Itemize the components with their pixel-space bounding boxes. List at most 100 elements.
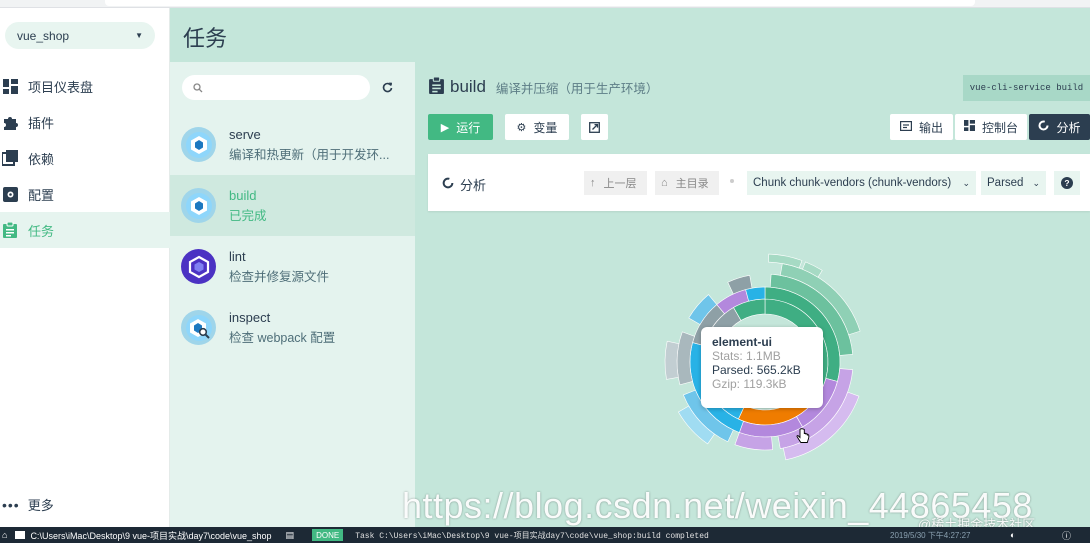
chunk-select-value: Chunk chunk-vendors (chunk-vendors) [753, 177, 952, 189]
task-name: lint [229, 248, 246, 264]
terminal-icon [899, 120, 912, 134]
task-item-inspect[interactable]: inspect 检查 webpack 配置 [170, 297, 415, 358]
status-bar: ⌂ C:\Users\iMac\Desktop\9 vue-项目实战\day7\… [0, 527, 1090, 543]
tooltip-parsed: Parsed: 565.2kB [712, 363, 801, 377]
go-home-label: 主目录 [675, 178, 709, 190]
tab-dashboard[interactable]: 控制台 [955, 114, 1027, 140]
search-icon [193, 82, 203, 92]
module-tooltip: element-ui Stats: 1.1MB Parsed: 565.2kB … [701, 327, 823, 408]
page-header: 任务 [170, 8, 1090, 62]
status-badge: DONE [312, 529, 344, 541]
info-icon[interactable]: ⓘ [1062, 529, 1071, 542]
sidebar-item-label: 依赖 [28, 151, 55, 167]
task-item-build[interactable]: build 已完成 [170, 175, 415, 236]
go-up-label: 上一层 [603, 178, 637, 190]
chunk-select[interactable]: Chunk chunk-vendors (chunk-vendors) ⌄ [747, 171, 976, 195]
hand-cursor-icon [796, 428, 810, 448]
project-name: vue_shop [17, 28, 70, 43]
arrow-up-icon: ↑ [590, 177, 596, 189]
webpack-inspect-icon [181, 310, 216, 345]
play-icon: ▶ [440, 121, 450, 134]
go-home-button[interactable]: ⌂ 主目录 [655, 171, 719, 195]
caret-down-icon: ▼ [135, 31, 143, 40]
tab-dashboard-label: 控制台 [981, 120, 1018, 135]
webpack-icon [181, 127, 216, 162]
project-path-text: C:\Users\iMac\Desktop\9 vue-项目实战\day7\co… [30, 530, 272, 541]
puzzle-icon [2, 114, 18, 130]
sidebar-item-plugins[interactable]: 插件 [0, 104, 170, 140]
task-name: build [229, 187, 257, 203]
help-icon: ? [1061, 177, 1073, 189]
home-icon: ⌂ [661, 177, 668, 189]
dashboard-icon [963, 120, 975, 134]
home-icon: ⌂ [2, 530, 8, 540]
size-type-select[interactable]: Parsed ⌄ [981, 171, 1046, 195]
dark-mode-icon[interactable]: ◐ [1010, 530, 1015, 540]
project-path[interactable]: C:\Users\iMac\Desktop\9 vue-项目实战\day7\co… [15, 529, 272, 542]
chevron-down-icon: ⌄ [1032, 177, 1040, 188]
donut-icon [442, 177, 454, 192]
sidebar-nav: 项目仪表盘 插件 依赖 配置 任务 [0, 68, 170, 248]
run-button[interactable]: ▶ 运行 [428, 114, 493, 140]
sidebar-item-tasks[interactable]: 任务 [0, 212, 170, 248]
tooltip-gzip: Gzip: 119.3kB [712, 377, 787, 391]
sidebar-item-label: 任务 [28, 223, 55, 239]
last-log-message[interactable]: Task C:\Users\iMac\Desktop\9 vue-项目实战day… [355, 530, 709, 541]
sidebar-item-dependencies[interactable]: 依赖 [0, 140, 170, 176]
dashboard-icon [2, 78, 18, 94]
go-up-button[interactable]: ↑ 上一层 [584, 171, 647, 195]
address-bar[interactable] [105, 0, 975, 6]
tab-analyzer-label: 分析 [1056, 120, 1081, 135]
clipboard-icon [429, 76, 444, 97]
log-timestamp: 2019/5/30 下午4:27:27 [890, 530, 971, 540]
variables-label: 变量 [533, 120, 558, 135]
tooltip-title: element-ui [712, 335, 773, 349]
task-desc: 已完成 [229, 208, 267, 223]
open-external-button[interactable] [581, 114, 608, 140]
svg-text:?: ? [1064, 178, 1069, 188]
sidebar-item-dashboard[interactable]: 项目仪表盘 [0, 68, 170, 104]
task-item-lint[interactable]: lint 检查并修复源文件 [170, 236, 415, 297]
refresh-icon[interactable] [382, 80, 393, 96]
external-link-icon [589, 121, 600, 133]
size-type-value: Parsed [987, 177, 1024, 189]
sidebar-item-label: 项目仪表盘 [28, 79, 94, 95]
gear-icon: ⚙ [516, 121, 527, 134]
tooltip-stats: Stats: 1.1MB [712, 349, 781, 363]
sunburst-segment-3-3[interactable] [664, 340, 680, 380]
variables-button[interactable]: ⚙ 变量 [505, 114, 569, 140]
task-name: serve [229, 126, 261, 142]
sidebar-item-label: 配置 [28, 187, 55, 203]
task-command: vue-cli-service build [963, 75, 1090, 101]
more-label: 更多 [27, 498, 54, 513]
more-button[interactable]: ••• 更多 [2, 495, 54, 514]
task-desc: 编译和热更新（用于开发环... [229, 147, 390, 162]
folder-icon [15, 531, 26, 539]
browser-chrome [0, 0, 1090, 8]
help-button[interactable]: ? [1054, 171, 1080, 195]
separator-dot [730, 179, 734, 183]
project-select[interactable]: vue_shop ▼ [5, 22, 155, 49]
task-description: 编译并压缩（用于生产环境） [495, 81, 659, 96]
analyzer-toolbar: 分析 ↑ 上一层 ⌂ 主目录 Chunk chunk-vendors (chun… [428, 154, 1090, 211]
more-dots-icon: ••• [2, 496, 20, 513]
library-icon [2, 150, 18, 166]
clipboard-icon [2, 222, 18, 238]
tab-output[interactable]: 输出 [890, 114, 953, 140]
webpack-icon [181, 188, 216, 223]
run-label: 运行 [456, 120, 481, 135]
settings-icon [2, 186, 18, 202]
task-name: inspect [229, 309, 271, 325]
analyzer-title: 分析 [442, 175, 486, 194]
analyzer-title-text: 分析 [460, 178, 487, 193]
search-input[interactable] [182, 75, 370, 100]
sidebar-item-config[interactable]: 配置 [0, 176, 170, 212]
task-title: build [450, 77, 486, 96]
task-desc: 检查 webpack 配置 [229, 330, 336, 345]
task-list: serve 编译和热更新（用于开发环... build 已完成 lint 检查并… [170, 62, 415, 527]
task-desc: 检查并修复源文件 [229, 269, 330, 284]
task-details: build 编译并压缩（用于生产环境） vue-cli-service buil… [415, 62, 1090, 527]
tab-analyzer[interactable]: 分析 [1029, 114, 1090, 140]
task-item-serve[interactable]: serve 编译和热更新（用于开发环... [170, 114, 415, 175]
sidebar-item-label: 插件 [28, 115, 55, 131]
